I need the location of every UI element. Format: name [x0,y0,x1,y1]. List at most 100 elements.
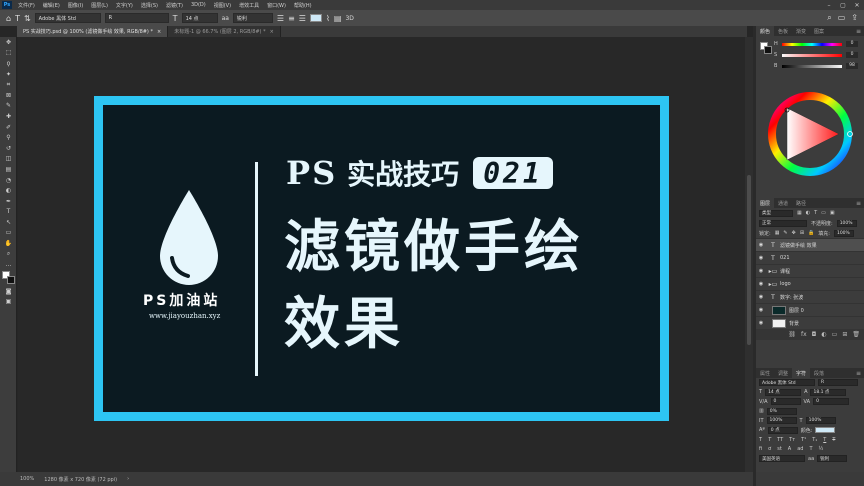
superscript-icon[interactable]: T¹ [801,437,806,443]
tab-color[interactable]: 颜色 [756,26,775,36]
tab-patterns[interactable]: 图案 [810,26,828,36]
foreground-background-colors[interactable] [0,270,17,286]
visibility-eye-icon[interactable]: ◉ [756,242,766,248]
menu-filter[interactable]: 滤镜(T) [162,2,187,9]
lock-paint-icon[interactable]: ✎ [783,230,787,236]
visibility-eye-icon[interactable]: ◉ [756,268,766,274]
layer-row[interactable]: ◉ T 数字: 张波 [756,290,864,303]
tab-document-1[interactable]: PS 实战技巧.psd @ 100% (滤镜做手绘 效果, RGB/8#) * … [17,26,169,37]
filter-pixel-icon[interactable]: ▦ [797,210,802,216]
ordinal-icon[interactable]: T [809,446,812,452]
brush-icon[interactable]: ✐ [0,122,17,133]
align-right-icon[interactable]: ☰ [299,14,306,23]
3d-icon[interactable]: 3D [345,15,353,22]
path-select-icon[interactable]: ↖ [0,217,17,228]
home-icon[interactable]: ⌂ [6,14,11,23]
panel-menu-icon[interactable]: ≡ [856,370,861,377]
antialias-select[interactable]: 锐利 [232,13,273,23]
menu-help[interactable]: 帮助(H) [290,2,316,9]
small-caps-icon[interactable]: Tт [789,437,795,443]
menu-window[interactable]: 窗口(W) [263,2,290,9]
zoom-icon[interactable]: ⌕ [0,249,17,260]
marquee-icon[interactable]: ⬚ [0,48,17,59]
document-info[interactable]: 1280 像素 x 720 像素 (72 ppi) [44,476,117,483]
char-size-input[interactable]: 14 点 [765,388,802,396]
eyedropper-icon[interactable]: ✎ [0,101,17,112]
char-antialias-select[interactable]: 锐利 [817,455,848,463]
screen-mode-icon[interactable]: ▣ [0,297,17,308]
menu-select[interactable]: 选择(S) [137,2,162,9]
layer-name[interactable]: logo [780,281,791,287]
menu-plugins[interactable]: 增效工具 [235,2,263,9]
contextual-icon[interactable]: ad [797,446,803,452]
char-tracking-input[interactable]: 0 [813,398,850,406]
layer-row[interactable]: ◉ 图层 0 [756,303,864,316]
zoom-level[interactable]: 100% [20,476,34,482]
link-layers-icon[interactable]: ⛓ [788,331,796,338]
menu-layer[interactable]: 图层(L) [87,2,112,9]
underline-icon[interactable]: T [823,437,826,443]
delete-layer-icon[interactable]: 🗑 [852,331,860,338]
layer-name[interactable]: 背景 [789,320,799,327]
fill-input[interactable]: 100% [833,229,854,237]
menu-file[interactable]: 文件(F) [14,2,39,9]
char-hscale-input[interactable]: 100% [805,417,836,425]
tab-adjustments[interactable]: 调整 [774,368,792,378]
healing-icon[interactable]: ✚ [0,111,17,122]
adjustment-layer-icon[interactable]: ◐ [821,331,826,338]
quick-mask-icon[interactable]: ◙ [0,286,17,297]
titling-icon[interactable]: A [788,446,791,452]
char-vscale-input[interactable]: 100% [766,417,797,425]
frame-icon[interactable]: ⊠ [0,90,17,101]
layer-name[interactable]: 数字: 张波 [780,294,803,301]
layer-name[interactable]: 课程 [780,268,790,275]
char-font-select[interactable]: Adobe 黑体 Std [759,379,815,387]
lasso-icon[interactable]: ϙ [0,58,17,69]
visibility-eye-icon[interactable]: ◉ [756,281,766,287]
char-language-select[interactable]: 美国英语 [759,455,805,463]
hand-icon[interactable]: ✋ [0,238,17,249]
all-caps-icon[interactable]: TT [777,437,783,443]
brightness-value[interactable]: 98 [846,63,858,69]
layer-row[interactable]: ◉ T 滤镜做手绘 效果 [756,238,864,251]
layer-name[interactable]: 图层 0 [789,307,804,314]
faux-bold-icon[interactable]: T [759,437,762,443]
menu-type[interactable]: 文字(Y) [112,2,137,9]
magic-wand-icon[interactable]: ✦ [0,69,17,80]
maximize-icon[interactable]: ▢ [836,2,850,9]
new-layer-icon[interactable]: ⊞ [842,331,847,338]
type-tool-preset-icon[interactable]: T [15,14,20,23]
layer-filter-select[interactable]: 类型 [759,209,793,217]
close-icon[interactable]: ✕ [850,2,864,9]
stamp-icon[interactable]: ⚲ [0,132,17,143]
discretionary-icon[interactable]: ơ [768,446,771,452]
warp-text-icon[interactable]: ⌇ [326,14,330,23]
font-style-select[interactable]: R [104,13,169,23]
tab-character[interactable]: 字符 [792,368,811,378]
layer-row[interactable]: ◉ 背景 [756,316,864,329]
eraser-icon[interactable]: ◫ [0,154,17,165]
lock-all-icon[interactable]: 🔒 [808,230,814,236]
subscript-icon[interactable]: T₁ [812,437,817,443]
blend-mode-select[interactable]: 正常 [759,219,807,227]
character-panel-icon[interactable]: ▤ [334,14,342,23]
menu-image[interactable]: 图像(I) [64,2,87,9]
filter-smart-icon[interactable]: ▣ [830,210,835,216]
tab-document-2[interactable]: 未标题-1 @ 66.7% (图层 2, RGB/8#) * × [168,26,281,37]
layer-name[interactable]: 滤镜做手绘 效果 [780,242,817,249]
photoshop-logo-icon[interactable]: Ps [2,1,12,9]
align-left-icon[interactable]: ☰ [277,14,284,23]
visibility-eye-icon[interactable]: ◉ [756,307,766,313]
minimize-icon[interactable]: – [822,2,836,9]
char-style-select[interactable]: R [818,379,858,387]
history-brush-icon[interactable]: ↺ [0,143,17,154]
char-kerning-input[interactable]: 0 [770,398,801,406]
font-family-select[interactable]: Adobe 黑体 Std [34,13,101,23]
menu-3d[interactable]: 3D(D) [187,2,210,8]
tab-swatches[interactable]: 色板 [774,26,792,36]
lock-artboard-icon[interactable]: ⊞ [800,230,804,236]
type-icon[interactable]: T [0,207,17,218]
tab-properties[interactable]: 属性 [756,368,774,378]
visibility-eye-icon[interactable]: ◉ [756,320,766,326]
background-color-swatch[interactable] [7,276,15,285]
